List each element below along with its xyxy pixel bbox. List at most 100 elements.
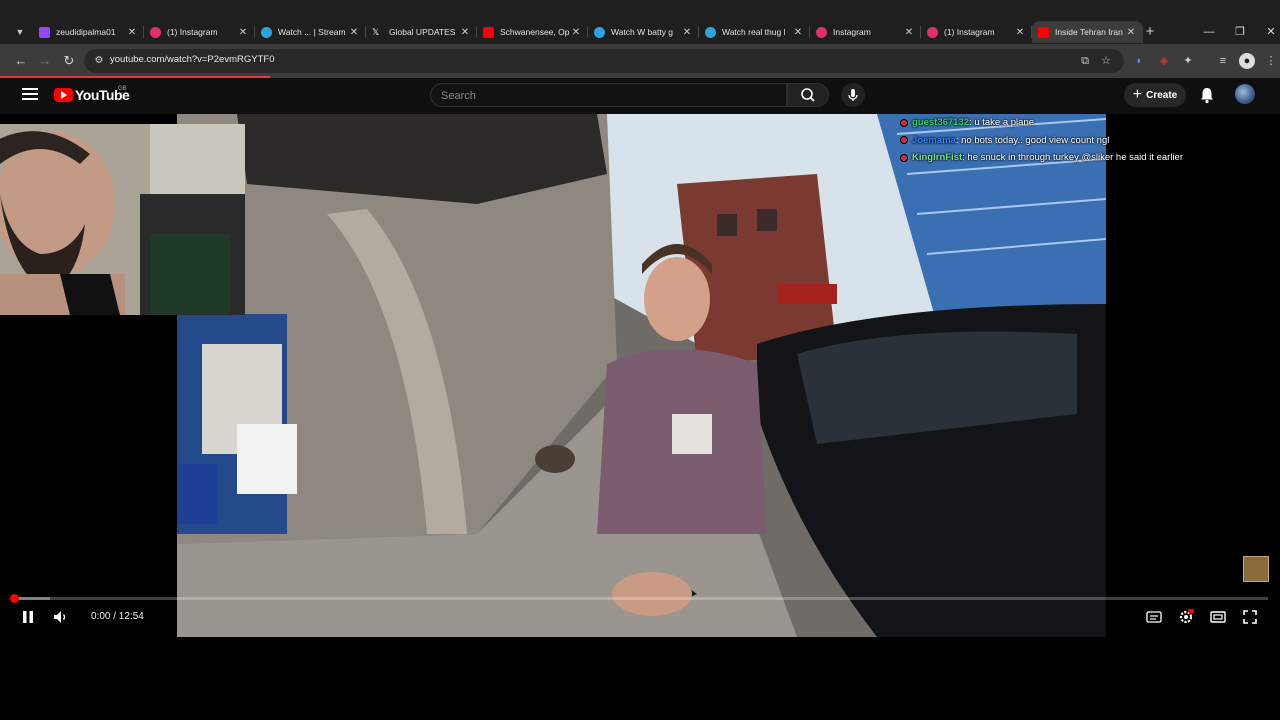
browser-tab-strip: ▼ zeudidipalma01 ✕ (1) Instagram ✕ Watch ...…	[0, 0, 1280, 44]
site-info-icon[interactable]: ⚙	[92, 54, 106, 68]
theater-icon	[1210, 611, 1226, 623]
globe-icon	[705, 26, 716, 38]
youtube-play-logo-icon	[54, 88, 73, 102]
gear-icon	[1179, 609, 1194, 624]
browser-tab[interactable]: (1) Instagram ✕	[144, 21, 255, 43]
close-tab-icon[interactable]: ✕	[681, 27, 693, 38]
globe-icon	[594, 26, 605, 38]
bookmark-star-icon[interactable]: ☆	[1099, 54, 1113, 68]
volume-button[interactable]	[51, 606, 71, 628]
browser-tab[interactable]: Inside Tehran Iran ✕	[1032, 21, 1143, 43]
close-tab-icon[interactable]: ✕	[237, 27, 249, 38]
back-button[interactable]: ←	[12, 52, 30, 70]
browser-tab[interactable]: Watch ... | Stream ✕	[255, 21, 366, 43]
voice-search-button[interactable]	[841, 83, 865, 107]
account-avatar[interactable]	[1235, 84, 1255, 104]
chat-username: KingIrnFist	[912, 152, 963, 164]
browser-tab[interactable]: Watch W batty g ✕	[588, 21, 699, 43]
settings-button[interactable]	[1175, 606, 1197, 628]
scrubber-handle[interactable]	[10, 594, 19, 603]
volume-icon	[54, 611, 66, 623]
subtitles-icon	[1146, 611, 1162, 623]
close-tab-icon[interactable]: ✕	[792, 27, 804, 38]
menu-icon[interactable]	[22, 86, 38, 102]
youtube-icon	[483, 26, 494, 38]
browser-tab[interactable]: zeudidipalma01 ✕	[33, 21, 144, 43]
video-frame[interactable]	[177, 114, 1106, 637]
reload-button[interactable]: ↻	[60, 52, 78, 70]
below-player-area	[0, 637, 1280, 720]
video-player[interactable]: guest367132: u take a plane Joemama: no b…	[0, 114, 1280, 637]
chat-text: : he snuck in through turkey @sliker he …	[962, 152, 1183, 164]
forward-button[interactable]: →	[36, 52, 54, 70]
subtitles-button[interactable]	[1143, 606, 1165, 628]
twitch-icon	[39, 26, 50, 38]
close-window-button[interactable]: ✕	[1256, 22, 1280, 42]
tab-list: zeudidipalma01 ✕ (1) Instagram ✕ Watch ... |…	[33, 21, 1143, 43]
minimize-button[interactable]: —	[1194, 22, 1224, 42]
browser-tab[interactable]: 𝕏 Global UPDATES ✕	[366, 21, 477, 43]
instagram-icon	[150, 26, 161, 38]
new-tab-button[interactable]: +	[1141, 23, 1159, 41]
chat-message: Joemama: no bots today.. good view count…	[900, 132, 1230, 150]
extension-shield-icon[interactable]: ◈	[1156, 53, 1172, 69]
close-tab-icon[interactable]: ✕	[126, 27, 138, 38]
chat-username: guest367132	[912, 117, 970, 129]
tab-title: Global UPDATES	[389, 27, 456, 37]
profile-icon[interactable]: ●	[1239, 53, 1255, 69]
streamer-webcam-overlay	[0, 124, 245, 315]
theater-mode-button[interactable]	[1207, 606, 1229, 628]
tab-title: Watch real thug l	[722, 27, 786, 37]
progress-bar[interactable]	[10, 594, 1268, 603]
pause-button[interactable]	[18, 606, 38, 628]
browser-toolbar: ← → ↻ ⚙ youtube.com/watch?v=P2evmRGYTF0 …	[0, 44, 1280, 78]
search-button[interactable]	[787, 83, 829, 107]
close-tab-icon[interactable]: ✕	[459, 27, 471, 38]
chat-message: guest367132: u take a plane	[900, 114, 1230, 132]
instagram-icon	[816, 26, 827, 38]
create-button[interactable]: + Create	[1124, 83, 1186, 107]
chat-overlay: guest367132: u take a plane Joemama: no b…	[900, 114, 1230, 167]
tab-title: Schwanensee, Op	[500, 27, 570, 37]
x-icon: 𝕏	[372, 26, 380, 37]
browser-menu-icon[interactable]: ⋮	[1263, 53, 1279, 69]
chat-message: KingIrnFist: he snuck in through turkey …	[900, 149, 1230, 167]
address-bar[interactable]: ⚙ youtube.com/watch?v=P2evmRGYTF0 ⧉ ☆	[84, 49, 1124, 73]
search-box[interactable]	[430, 83, 787, 107]
media-controls-icon[interactable]: ≡	[1215, 53, 1231, 69]
search-icon	[801, 88, 815, 102]
youtube-header: YouTube GB + Create	[0, 78, 1280, 114]
time-display: 0:00 / 12:54	[91, 611, 144, 622]
close-tab-icon[interactable]: ✕	[1125, 27, 1137, 38]
instagram-icon	[927, 26, 938, 38]
install-app-icon[interactable]: ⧉	[1078, 54, 1092, 68]
search-input[interactable]	[441, 88, 761, 103]
plus-icon: +	[1132, 86, 1143, 103]
street-scene-image	[177, 114, 1106, 637]
browser-tab[interactable]: (1) Instagram ✕	[921, 21, 1032, 43]
tab-search-button[interactable]: ▼	[11, 23, 29, 41]
close-tab-icon[interactable]: ✕	[348, 27, 360, 38]
channel-watermark[interactable]	[1243, 556, 1269, 582]
tab-title: (1) Instagram	[167, 27, 218, 37]
extensions-puzzle-icon[interactable]: ✦	[1180, 53, 1196, 69]
youtube-logo[interactable]: YouTube GB	[54, 86, 130, 103]
webcam-image	[0, 124, 245, 315]
fullscreen-icon	[1243, 610, 1257, 624]
chat-text: : no bots today.. good view count ngl	[955, 134, 1110, 146]
pause-icon	[23, 611, 33, 623]
browser-tab[interactable]: Instagram ✕	[810, 21, 921, 43]
fullscreen-button[interactable]	[1239, 606, 1261, 628]
close-tab-icon[interactable]: ✕	[570, 27, 582, 38]
restore-button[interactable]: ❐	[1225, 22, 1255, 42]
region-code: GB	[118, 86, 127, 92]
tab-title: Watch ... | Stream	[278, 27, 346, 37]
browser-tab[interactable]: Schwanensee, Op ✕	[477, 21, 588, 43]
close-tab-icon[interactable]: ✕	[1014, 27, 1026, 38]
close-tab-icon[interactable]: ✕	[903, 27, 915, 38]
notifications-bell-icon[interactable]	[1198, 86, 1216, 104]
extension-icon[interactable]: ◗	[1131, 53, 1147, 69]
chat-badge-icon	[900, 118, 908, 127]
browser-tab[interactable]: Watch real thug l ✕	[699, 21, 810, 43]
chat-badge-icon	[900, 136, 908, 145]
